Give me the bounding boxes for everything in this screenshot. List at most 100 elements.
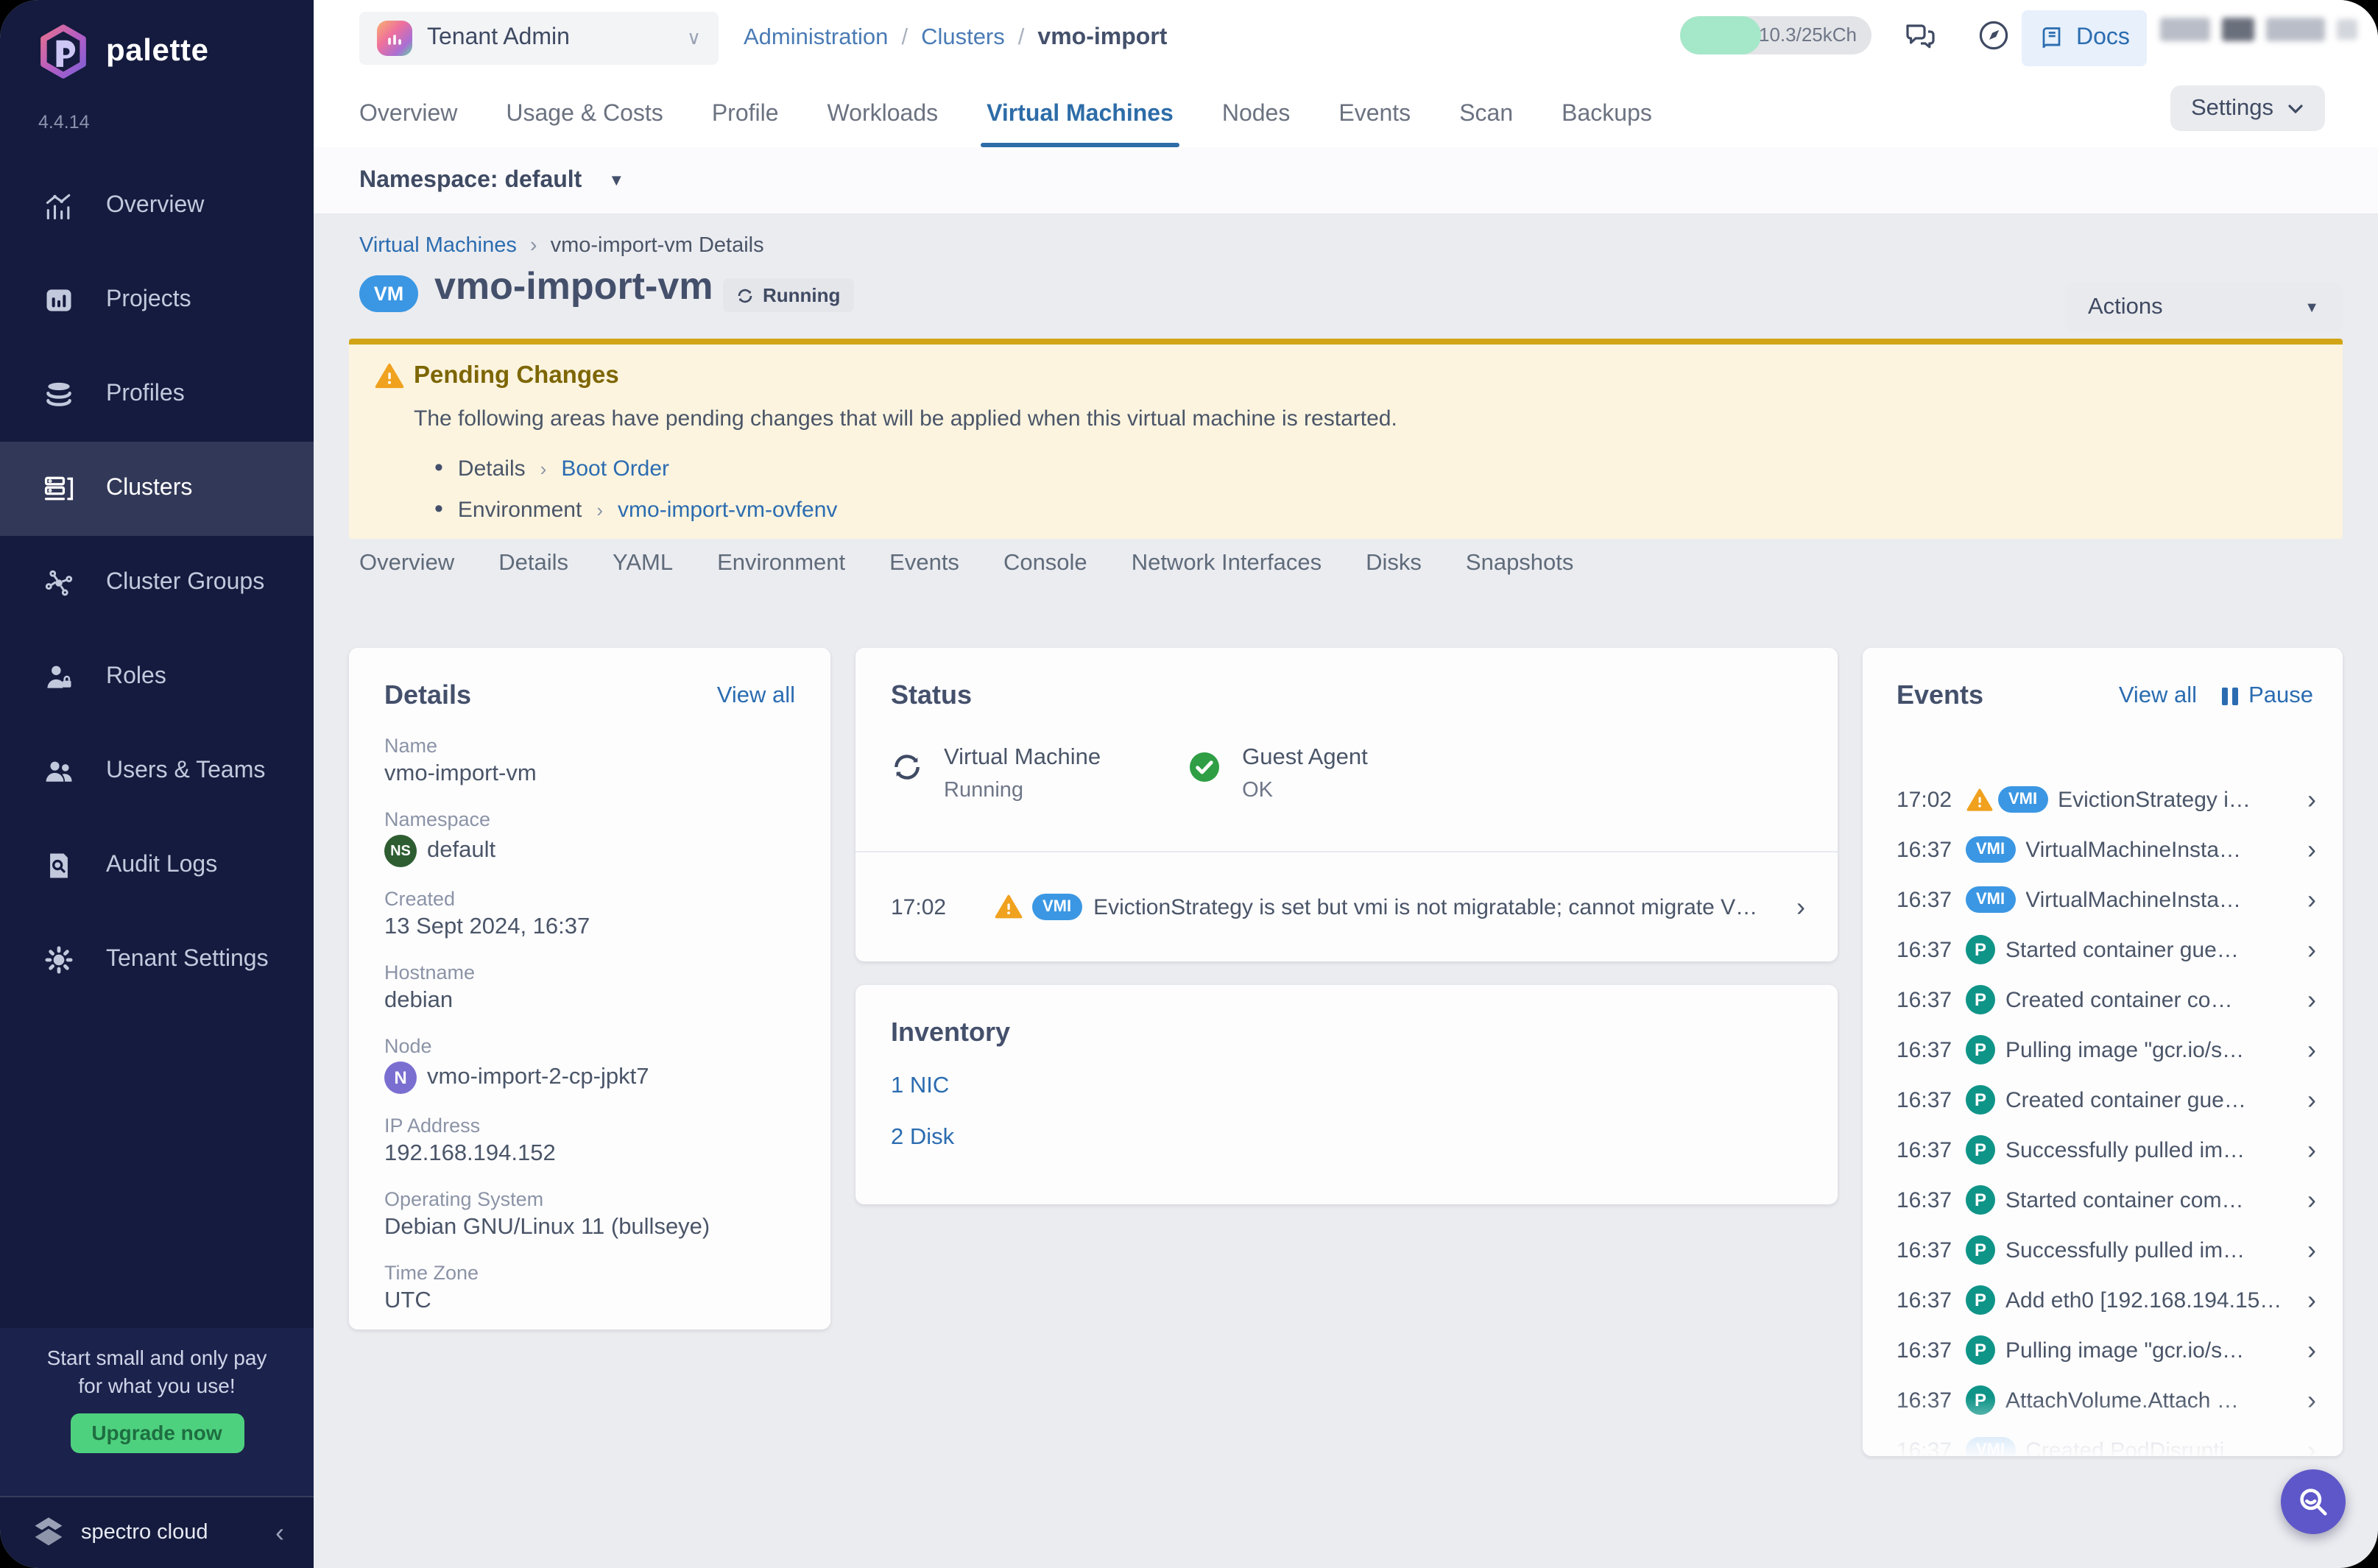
chat-icon[interactable] [1902, 18, 1938, 53]
inventory-nic-link[interactable]: 1 NIC [891, 1073, 1802, 1100]
detail-field-operating-system: Operating System Debian GNU/Linux 11 (bu… [384, 1188, 795, 1241]
settings-button[interactable]: Settings [2170, 85, 2325, 131]
collapse-sidebar-icon[interactable]: ‹ [275, 1517, 284, 1548]
breadcrumb-separator: / [901, 25, 908, 52]
namespace-selector[interactable]: Namespace: default [359, 167, 582, 194]
subtab-disks[interactable]: Disks [1366, 551, 1422, 577]
subtab-details[interactable]: Details [498, 551, 568, 577]
detail-field-hostname: Hostname debian [384, 961, 795, 1014]
bullet-icon: • [434, 453, 443, 483]
palette-logo-icon [35, 24, 91, 80]
chevron-right-icon: › [2307, 1235, 2316, 1265]
sidebar-item-audit-logs[interactable]: Audit Logs [0, 819, 314, 913]
actions-dropdown[interactable]: Actions ▼ [2064, 283, 2343, 333]
status-alert-row[interactable]: 17:02 VMI EvictionStrategy is set but vm… [855, 851, 1838, 961]
chevron-right-icon: › [2307, 1435, 2316, 1456]
event-row[interactable]: 16:37 P Started container com… › [1897, 1175, 2316, 1225]
tab-events[interactable]: Events [1338, 82, 1411, 147]
status-card-title: Status [891, 680, 972, 711]
pending-area: Details [458, 456, 526, 481]
audit-logs-icon [41, 848, 77, 883]
event-row[interactable]: 16:37 P Successfully pulled im… › [1897, 1125, 2316, 1175]
sidebar-item-clusters[interactable]: Clusters [0, 442, 314, 536]
topbar: Tenant Admin ∨ Administration / Clusters… [314, 0, 2378, 149]
docs-button[interactable]: Docs [2022, 10, 2148, 66]
subtab-network-interfaces[interactable]: Network Interfaces [1132, 551, 1322, 577]
sidebar-item-roles[interactable]: Roles [0, 630, 314, 724]
vm-status-label: Running [763, 284, 840, 306]
details-view-all-link[interactable]: View all [717, 682, 795, 709]
event-row[interactable]: 16:37 VMI VirtualMachineInsta… › [1897, 875, 2316, 925]
tab-nodes[interactable]: Nodes [1222, 82, 1291, 147]
vm-breadcrumb-parent[interactable]: Virtual Machines [359, 234, 517, 258]
inventory-disk-link[interactable]: 2 Disk [891, 1125, 1802, 1151]
breadcrumb-clusters[interactable]: Clusters [921, 25, 1005, 52]
sidebar-item-profiles[interactable]: Profiles [0, 347, 314, 442]
event-row[interactable]: 16:37 VMI Created PodDisrupti… › [1897, 1425, 2316, 1456]
status-card: Status Virtual Machine Running Guest Age… [855, 648, 1838, 961]
subtab-yaml[interactable]: YAML [613, 551, 673, 577]
subtab-environment[interactable]: Environment [717, 551, 845, 577]
chevron-right-icon: › [596, 498, 603, 520]
event-row[interactable]: 16:37 P Started container gue… › [1897, 925, 2316, 975]
redacted-user-info [2160, 18, 2357, 41]
docs-label: Docs [2076, 25, 2130, 52]
event-row[interactable]: 16:37 P AttachVolume.Attach … › [1897, 1375, 2316, 1425]
event-row[interactable]: 16:37 P Successfully pulled im… › [1897, 1225, 2316, 1275]
events-list: 17:02 VMI EvictionStrategy i… › 16:37 VM… [1863, 774, 2343, 1456]
tenant-selector[interactable]: Tenant Admin ∨ [359, 12, 719, 65]
events-card: Events View all Pause 17:02 VMI Eviction… [1863, 648, 2343, 1456]
breadcrumb-administration[interactable]: Administration [744, 25, 888, 52]
sidebar-item-tenant-settings[interactable]: Tenant Settings [0, 913, 314, 1007]
page-title: vmo-import-vm [434, 264, 713, 309]
pending-link-boot-order[interactable]: Boot Order [561, 456, 669, 481]
tab-virtual-machines[interactable]: Virtual Machines [987, 82, 1174, 147]
sidebar-item-cluster-groups[interactable]: Cluster Groups [0, 536, 314, 630]
tab-workloads[interactable]: Workloads [828, 82, 939, 147]
subtab-events[interactable]: Events [889, 551, 959, 577]
event-row[interactable]: 16:37 P Created container gue… › [1897, 1075, 2316, 1125]
pending-link-ovfenv[interactable]: vmo-import-vm-ovfenv [618, 497, 837, 522]
pod-badge: P [1966, 1085, 1995, 1115]
main-content: Virtual Machines › vmo-import-vm Details… [314, 215, 2378, 1568]
subtab-snapshots[interactable]: Snapshots [1466, 551, 1574, 577]
sidebar-item-users-teams[interactable]: Users & Teams [0, 724, 314, 819]
chevron-right-icon: › [540, 457, 547, 479]
tab-backups[interactable]: Backups [1562, 82, 1652, 147]
compass-icon[interactable] [1976, 18, 2011, 53]
users-teams-icon [41, 754, 77, 789]
events-pause-button[interactable]: Pause [2220, 682, 2313, 709]
upgrade-now-button[interactable]: Upgrade now [70, 1413, 244, 1453]
tab-scan[interactable]: Scan [1459, 82, 1513, 147]
refresh-icon [736, 286, 754, 304]
event-row[interactable]: 16:37 P Pulling image "gcr.io/s… › [1897, 1025, 2316, 1075]
sidebar-item-overview[interactable]: Overview [0, 159, 314, 253]
breadcrumb-current: vmo-import [1037, 25, 1167, 52]
subtab-overview[interactable]: Overview [359, 551, 454, 577]
event-row[interactable]: 17:02 VMI EvictionStrategy i… › [1897, 774, 2316, 824]
events-view-all-link[interactable]: View all [2119, 682, 2197, 709]
sidebar-item-label: Clusters [106, 476, 192, 502]
vmi-badge: VMI [1966, 836, 2015, 863]
promo-line-1: Start small and only pay [0, 1344, 314, 1372]
pod-badge: P [1966, 1035, 1995, 1064]
event-row[interactable]: 16:37 P Pulling image "gcr.io/s… › [1897, 1325, 2316, 1375]
search-fab[interactable] [2281, 1469, 2346, 1534]
event-row[interactable]: 16:37 P Add eth0 [192.168.194.15… › [1897, 1275, 2316, 1325]
sidebar-item-projects[interactable]: Projects [0, 253, 314, 347]
refresh-icon [891, 751, 923, 783]
subtab-console[interactable]: Console [1003, 551, 1087, 577]
tab-overview[interactable]: Overview [359, 82, 457, 147]
vmi-badge: VMI [1966, 1437, 2015, 1456]
book-icon [2039, 25, 2066, 52]
tab-usage-costs[interactable]: Usage & Costs [506, 82, 663, 147]
roles-icon [41, 660, 77, 695]
tenant-name: Tenant Admin [427, 25, 570, 52]
event-row[interactable]: 16:37 P Created container co… › [1897, 975, 2316, 1025]
tab-profile[interactable]: Profile [712, 82, 779, 147]
chevron-right-icon: › [2307, 934, 2316, 965]
pod-badge: P [1966, 935, 1995, 964]
vm-subtabs: Overview Details YAML Environment Events… [359, 551, 1573, 577]
event-row[interactable]: 16:37 VMI VirtualMachineInsta… › [1897, 824, 2316, 875]
spectro-cloud-logo-icon [29, 1514, 68, 1552]
